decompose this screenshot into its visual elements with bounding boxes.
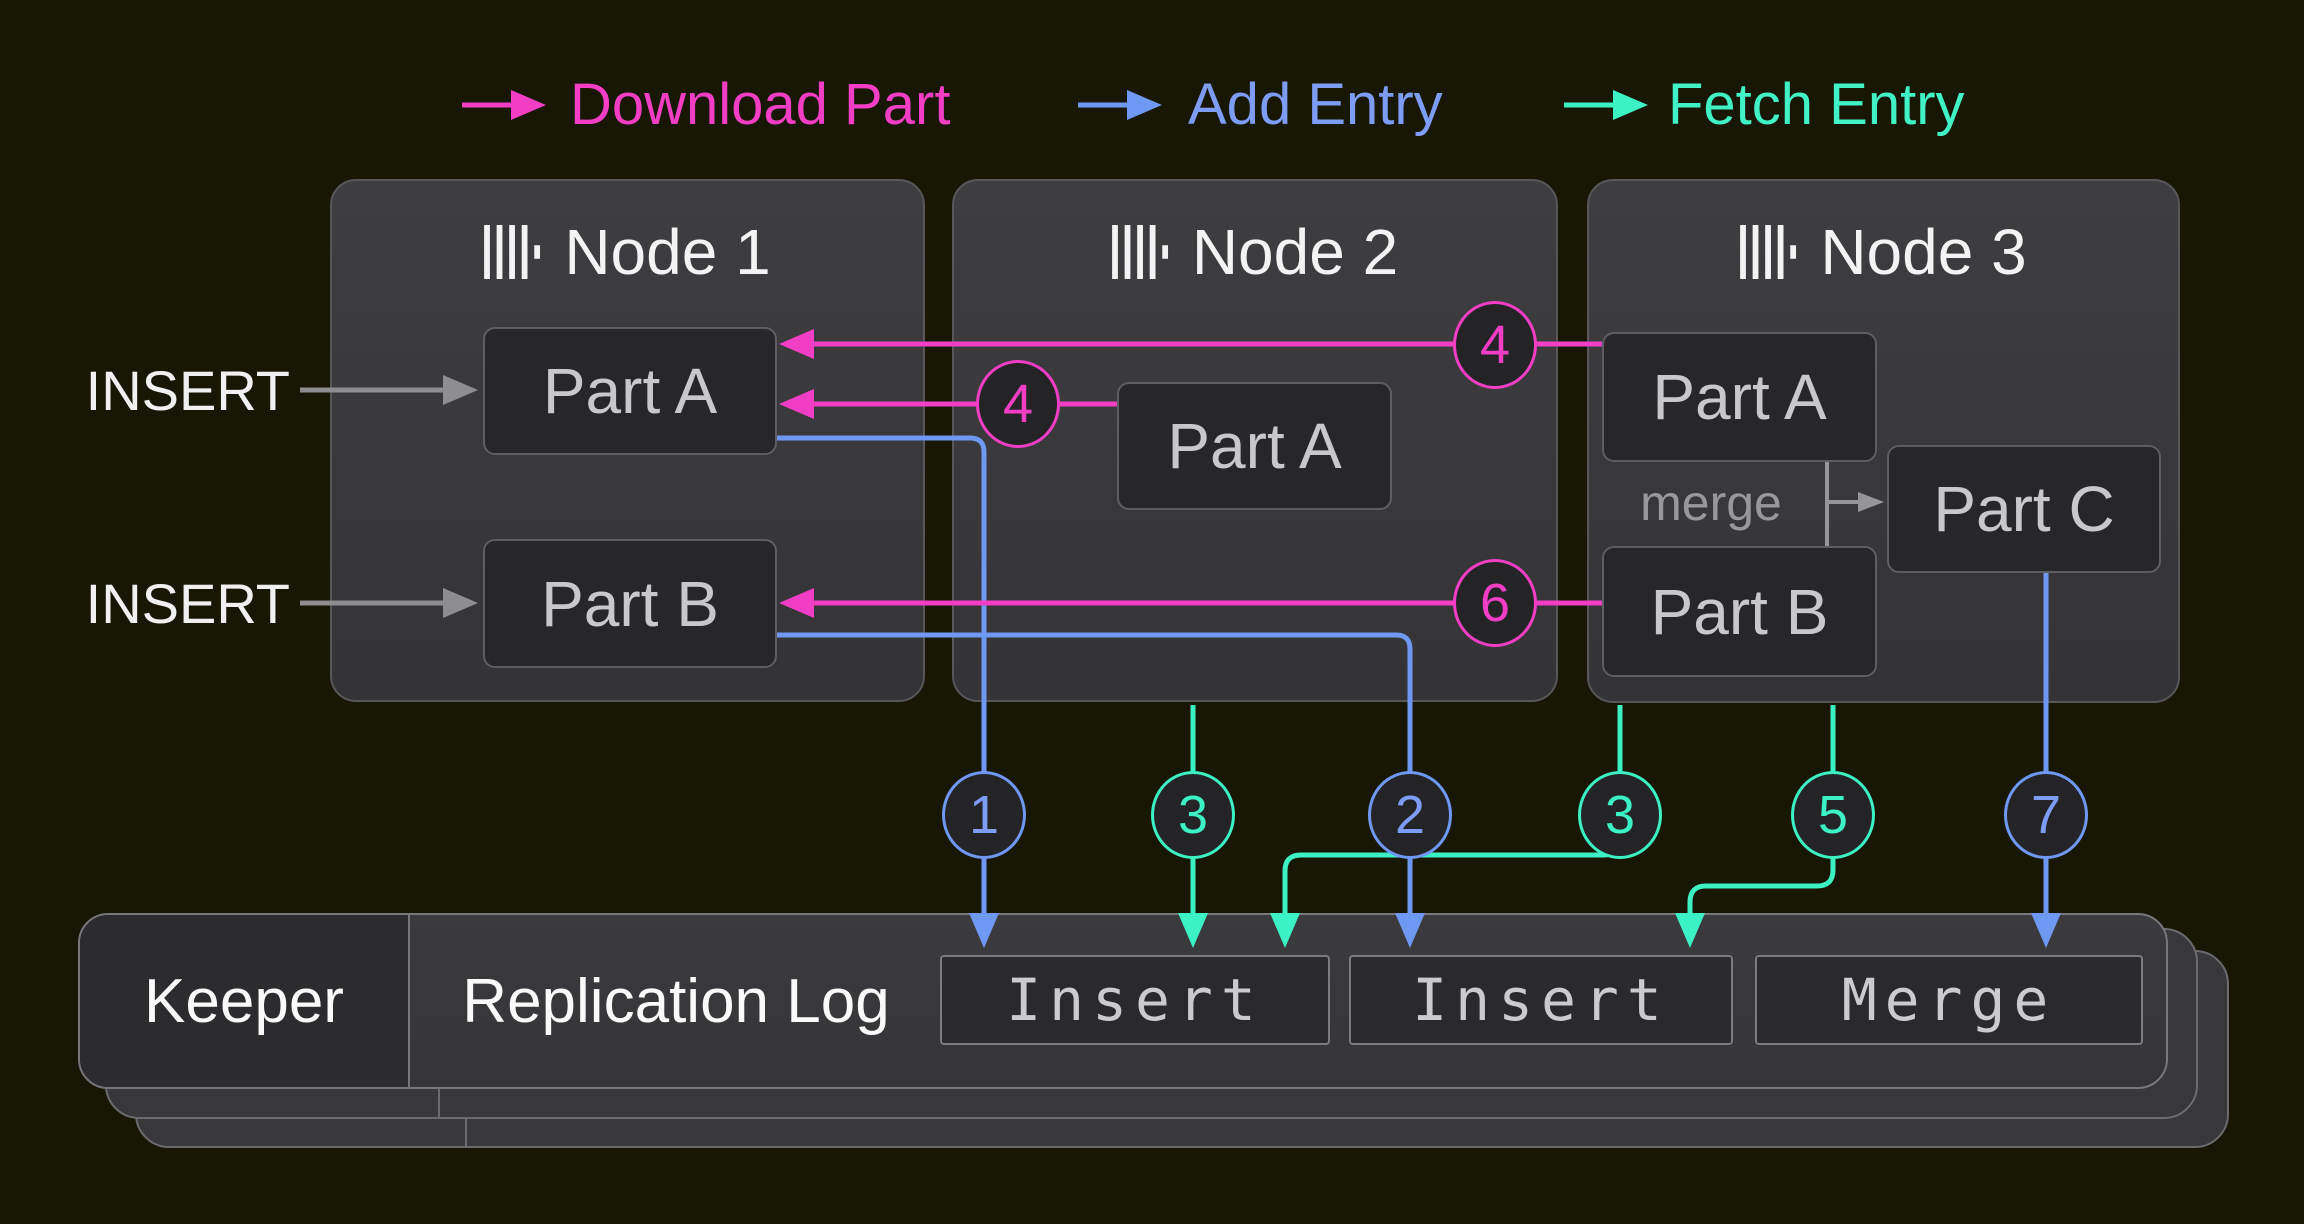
keeper-box: Keeper: [80, 915, 410, 1087]
replication-diagram: Keeper Replication Log Insert Insert Mer…: [0, 0, 2304, 1224]
legend-fetch-entry: Fetch Entry: [1668, 72, 1965, 138]
step-badge-4-node3: 4: [1453, 301, 1537, 389]
replication-log-title: Replication Log: [410, 915, 942, 1087]
log-entry-merge: Merge: [1755, 955, 2143, 1045]
step-badge-6: 6: [1453, 559, 1537, 647]
node-1-header: Node 1: [332, 217, 923, 287]
keeper-label: Keeper: [144, 966, 344, 1037]
step-badge-4-node2: 4: [976, 360, 1060, 448]
node-1-title: Node 1: [564, 215, 770, 289]
step-badge-2: 2: [1368, 771, 1452, 859]
node-1-part-a: Part A: [483, 327, 777, 455]
node-3-header: Node 3: [1589, 217, 2178, 287]
node-1-part-b: Part B: [483, 539, 777, 668]
clickhouse-bars-icon: [1112, 225, 1172, 279]
node-3-part-c: Part C: [1887, 445, 2161, 573]
step-badge-1: 1: [942, 771, 1026, 859]
merge-label: merge: [1606, 474, 1816, 532]
node-2-title: Node 2: [1192, 215, 1398, 289]
insert-label-1: INSERT: [40, 358, 290, 423]
legend-download-part: Download Part: [570, 72, 950, 138]
step-badge-5: 5: [1791, 771, 1875, 859]
clickhouse-bars-icon: [484, 225, 544, 279]
node-2-part-a: Part A: [1117, 382, 1392, 510]
insert-label-2: INSERT: [40, 571, 290, 636]
legend-add-entry: Add Entry: [1188, 72, 1443, 138]
log-entry-insert-1: Insert: [940, 955, 1330, 1045]
step-badge-7: 7: [2004, 771, 2088, 859]
step-badge-3b: 3: [1578, 771, 1662, 859]
step-badge-3a: 3: [1151, 771, 1235, 859]
clickhouse-bars-icon: [1740, 225, 1800, 279]
fetch-entry-wire-3b: [1285, 705, 1620, 913]
node-3-part-a: Part A: [1602, 332, 1877, 462]
node-2-header: Node 2: [954, 217, 1556, 287]
log-entry-insert-2: Insert: [1349, 955, 1733, 1045]
node-3-part-b: Part B: [1602, 546, 1877, 677]
node-3-title: Node 3: [1820, 215, 2026, 289]
